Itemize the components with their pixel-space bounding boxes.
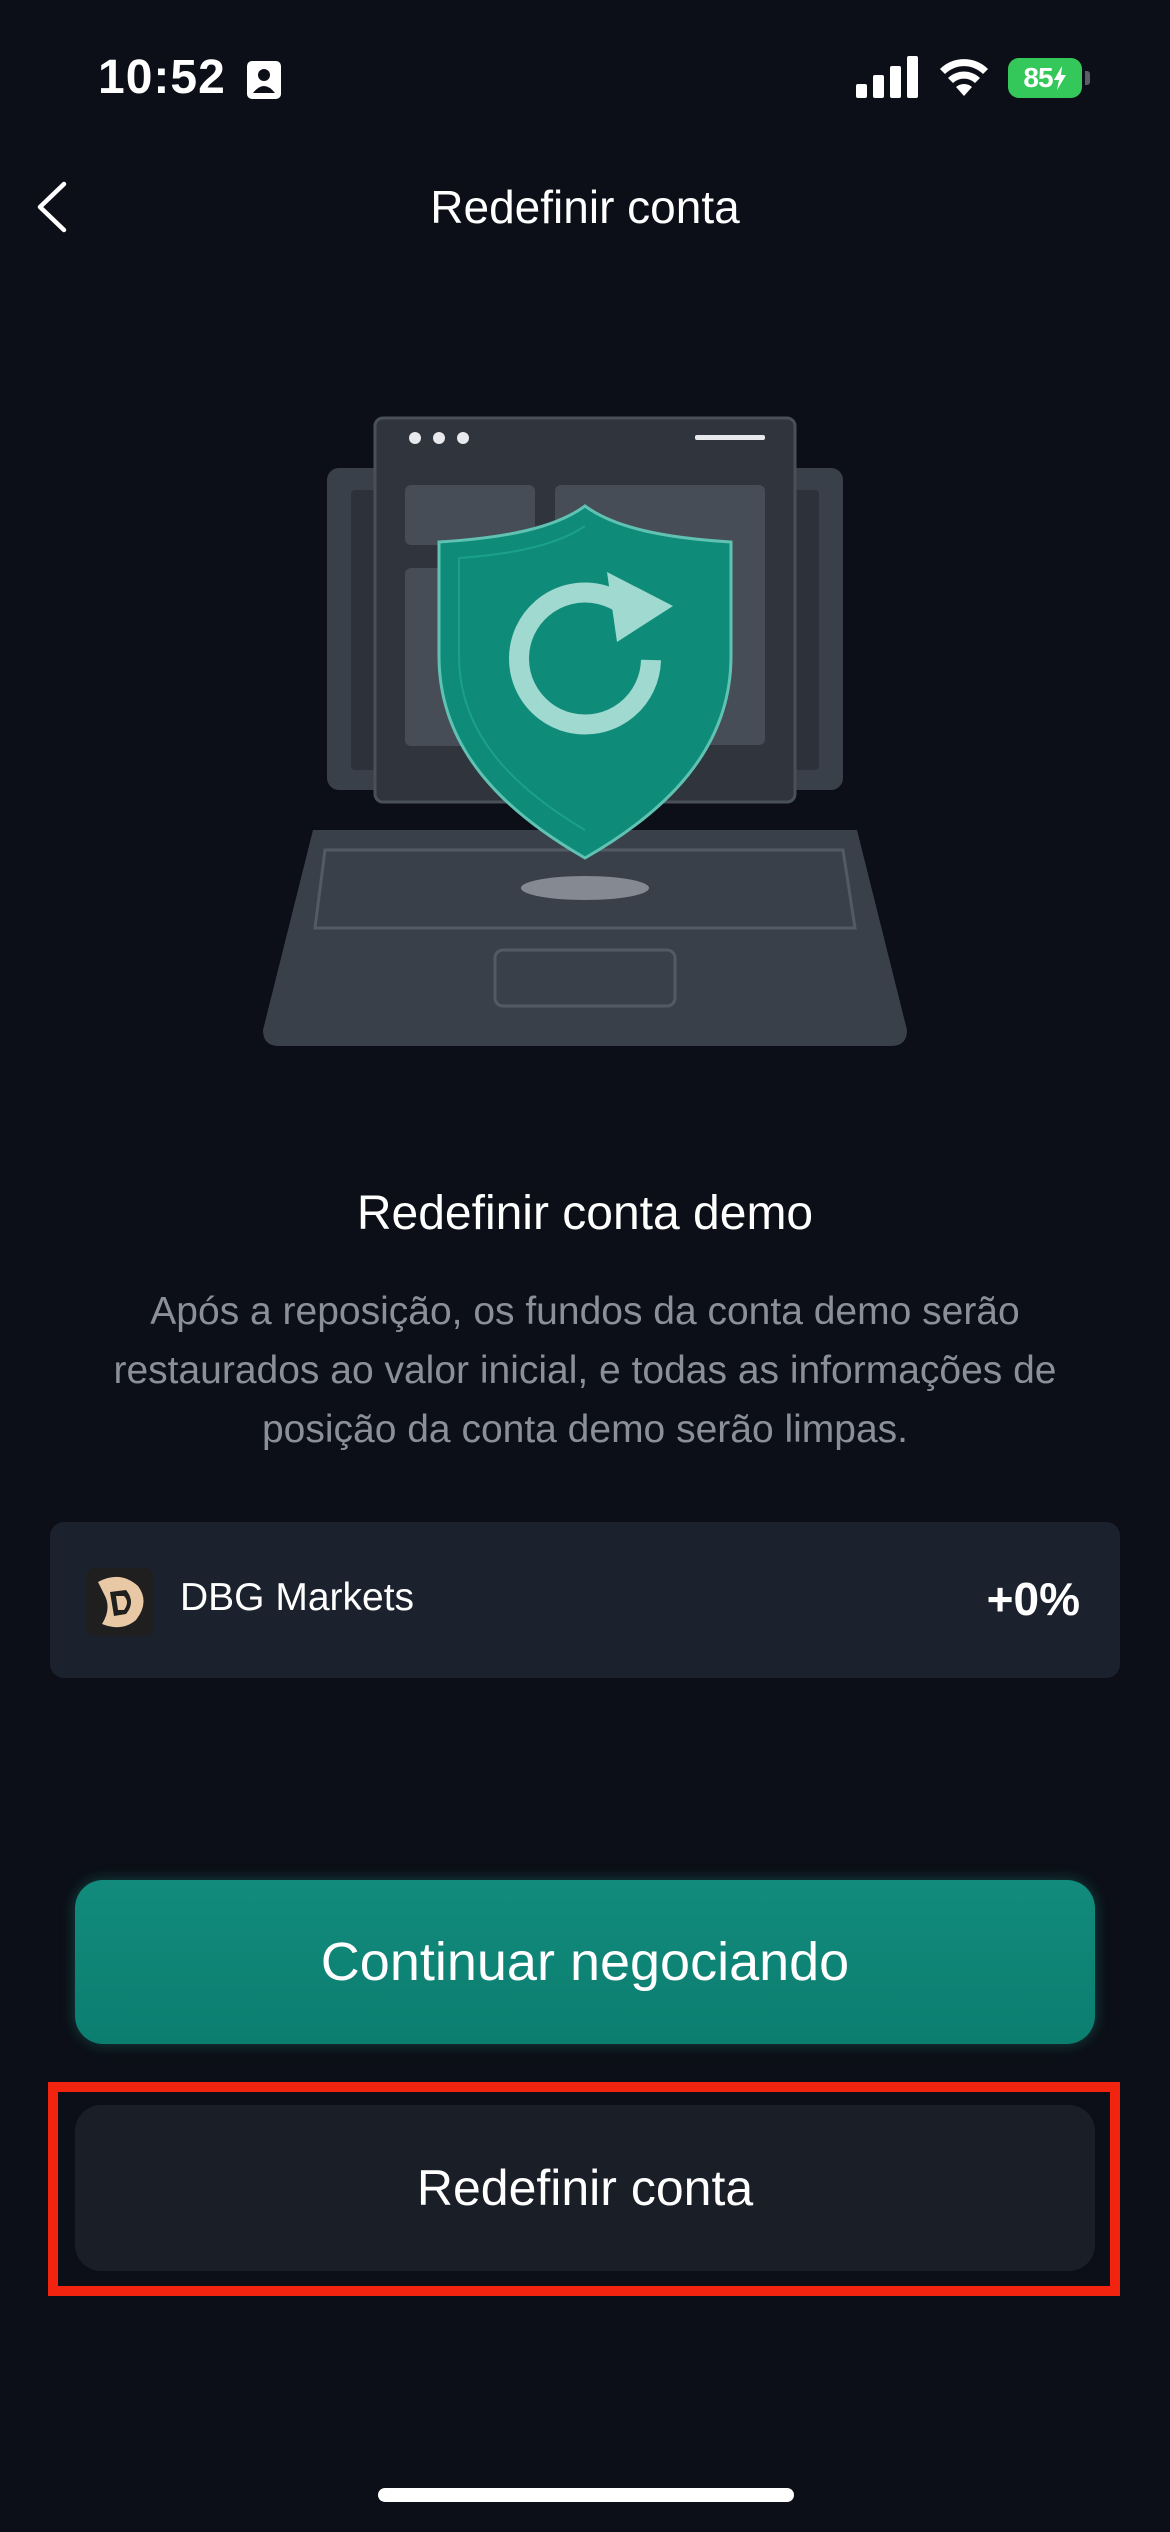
account-return: +0%	[986, 1573, 1080, 1625]
home-indicator[interactable]	[378, 2488, 794, 2502]
wifi-icon	[940, 59, 988, 96]
reset-account-button[interactable]: Redefinir conta	[75, 2105, 1095, 2271]
battery-level: 85	[1008, 58, 1082, 98]
shield-icon	[437, 504, 733, 860]
laptop-base	[263, 830, 907, 1046]
status-bar: 10:52 85	[0, 0, 1170, 150]
battery-cap	[1085, 71, 1090, 85]
continue-trading-button[interactable]: Continuar negociando	[75, 1880, 1095, 2044]
status-time: 10:52	[98, 51, 226, 104]
cellular-signal-icon	[856, 56, 918, 98]
reset-account-illustration	[263, 416, 907, 1046]
page-title: Redefinir conta	[430, 181, 740, 233]
battery-percent: 85	[1023, 62, 1053, 93]
charging-bolt-icon	[1053, 66, 1066, 90]
reset-account-label: Redefinir conta	[416, 2160, 754, 2216]
shield-shadow	[521, 876, 649, 900]
battery-indicator: 85	[1008, 58, 1090, 98]
account-name: DBG Markets	[180, 1576, 415, 1619]
section-heading: Redefinir conta demo	[356, 1187, 814, 1240]
continue-trading-label: Continuar negociando	[320, 1932, 850, 1992]
contact-card-icon	[247, 61, 281, 99]
dbg-markets-logo	[86, 1568, 154, 1636]
section-description: Após a reposição, os fundos da conta dem…	[113, 1290, 1057, 1451]
account-card: DBG Markets +0%	[50, 1522, 1120, 1678]
